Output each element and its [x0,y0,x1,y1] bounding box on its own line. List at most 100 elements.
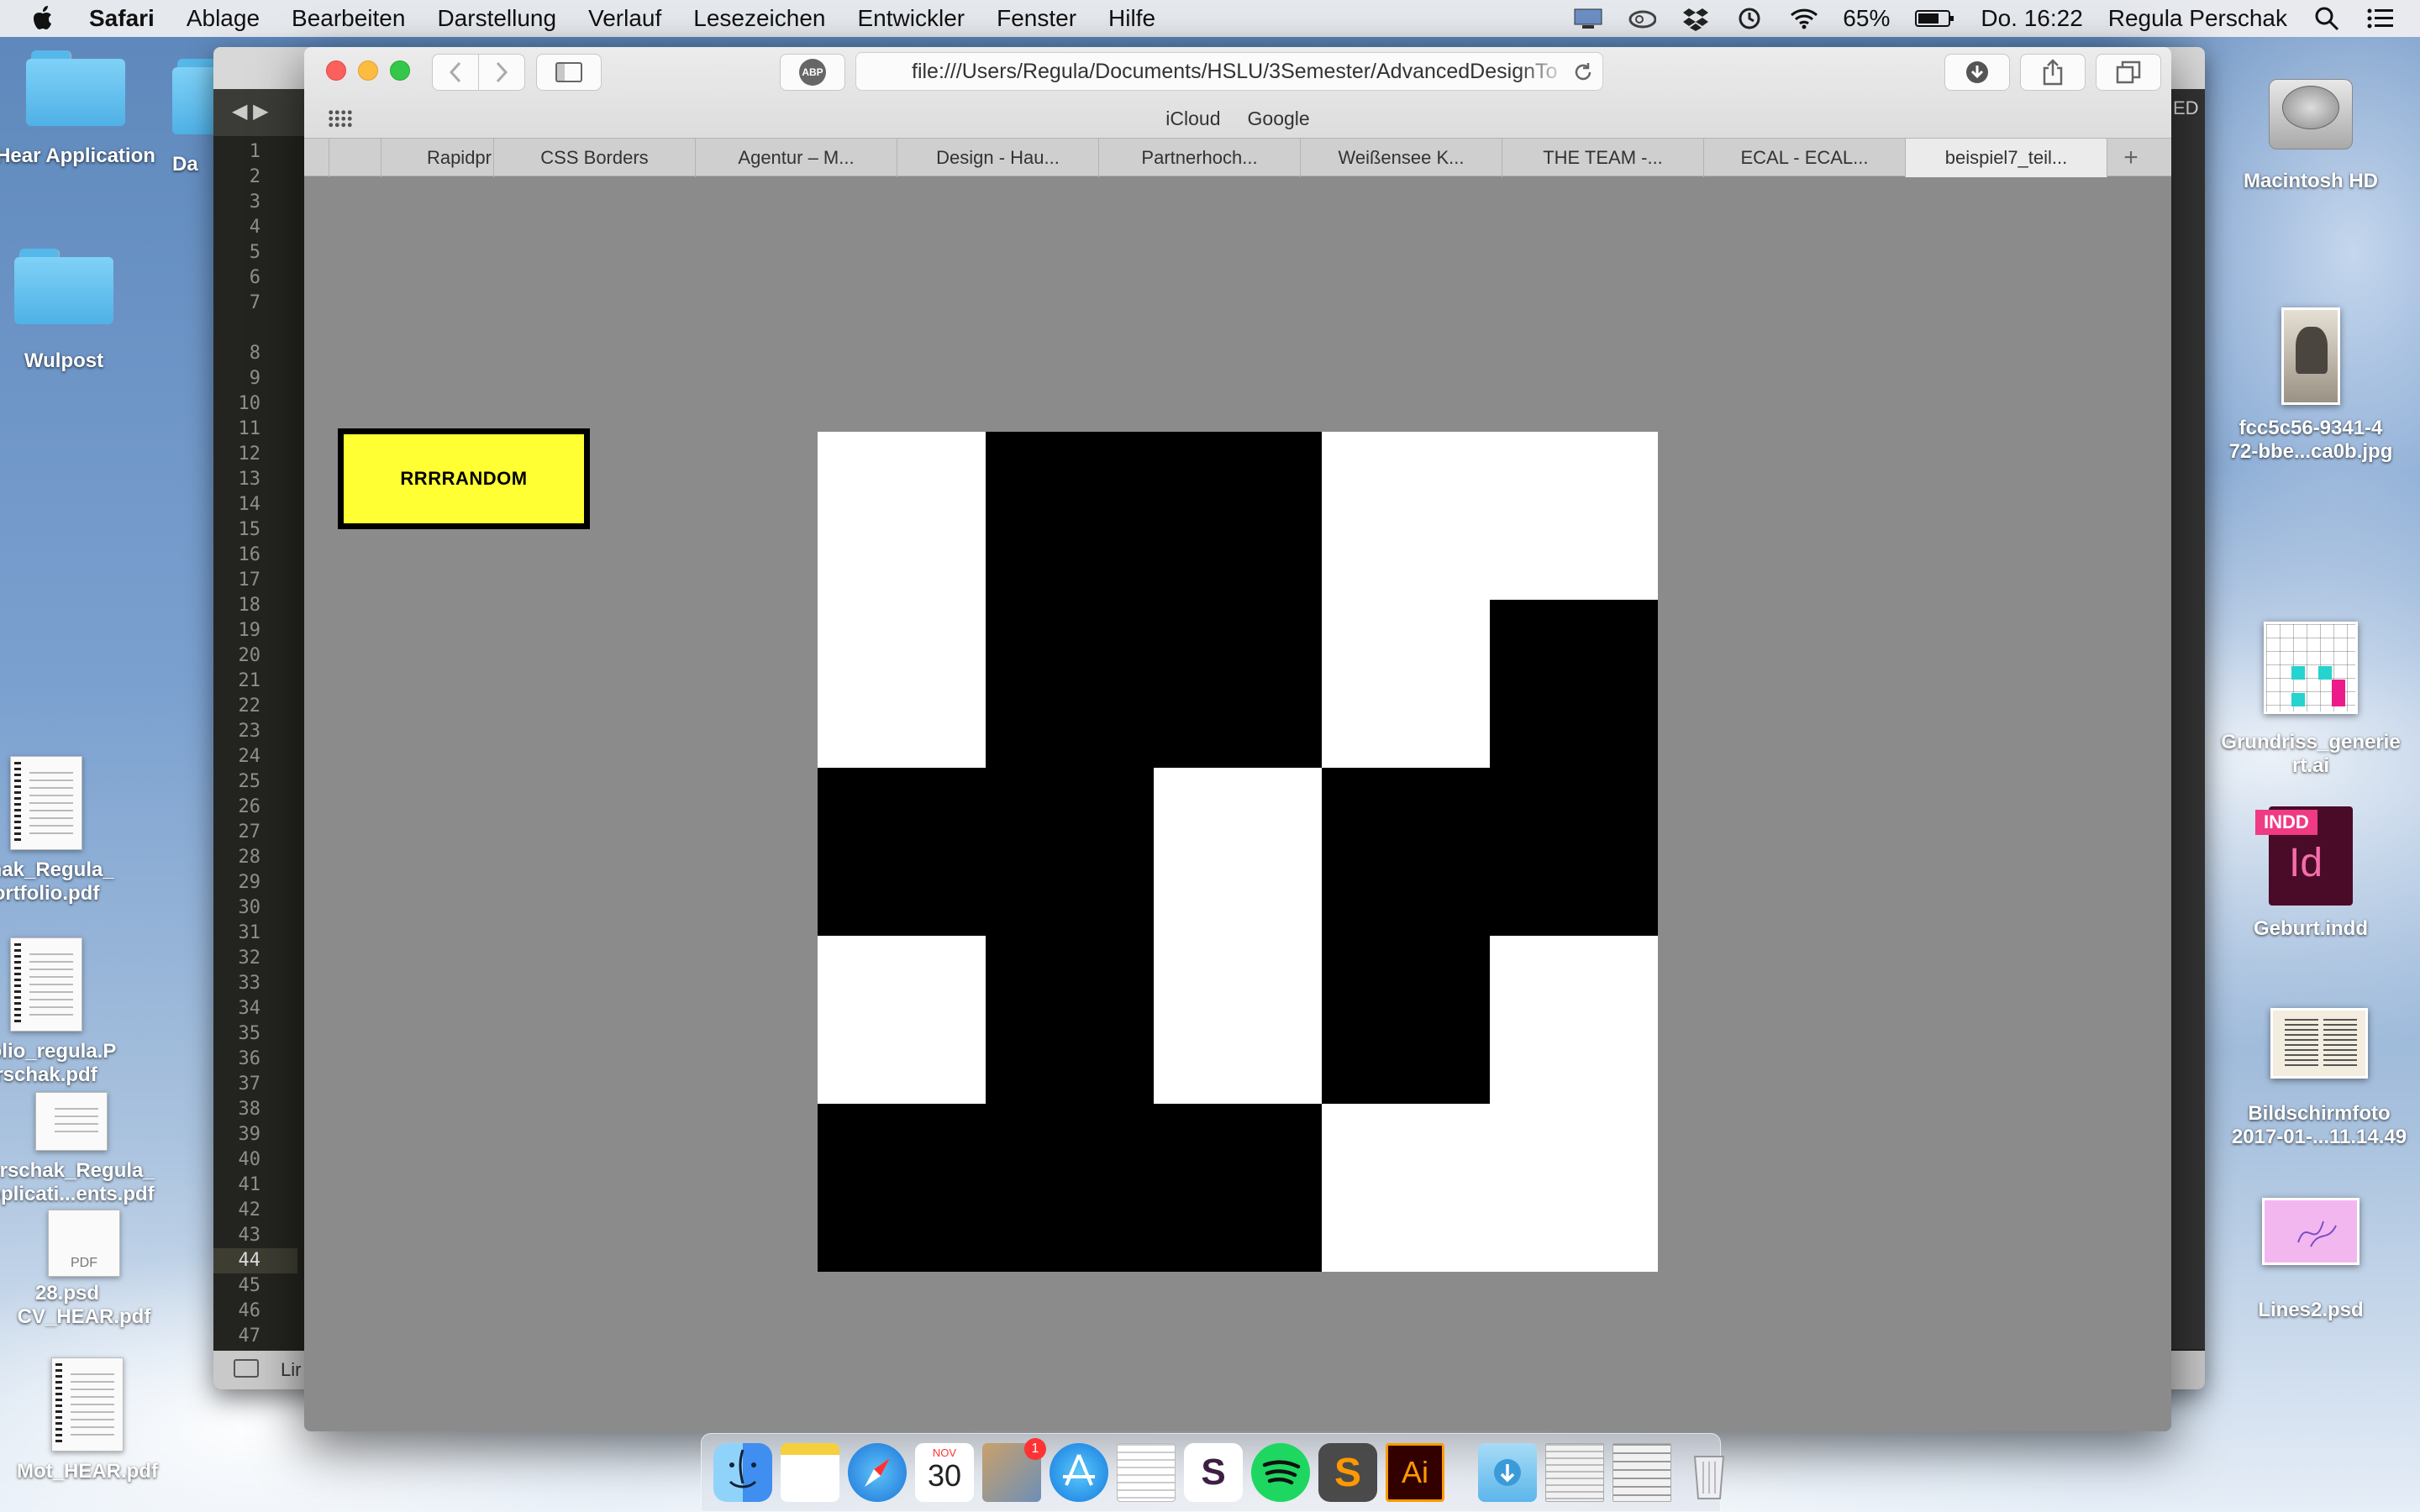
menubar-user[interactable]: Regula Perschak [2108,5,2287,32]
menu-entwickler[interactable]: Entwickler [858,5,965,32]
desktop-drive-macintosh-hd[interactable]: Macintosh HD [2218,67,2403,193]
dock-safari-icon[interactable] [848,1443,907,1502]
dock-textedit-icon[interactable] [1117,1443,1176,1502]
pdf-document-icon [10,756,82,850]
dock-slack-icon[interactable]: S [1184,1443,1243,1502]
menu-lesezeichen[interactable]: Lesezeichen [693,5,825,32]
tab-design-hau[interactable]: Design - Hau... [897,139,1099,177]
tab-weissensee[interactable]: Weißensee K... [1301,139,1502,177]
desktop-file-mot-hear-pdf[interactable]: Mot_HEAR.pdf [0,1357,180,1483]
desktop-file-jpg[interactable]: fcc5c56-9341-4 72-bbe...ca0b.jpg [2193,307,2420,464]
dock-sublime-text-icon[interactable]: S [1318,1443,1377,1502]
editor-edge-label: ED [2173,97,2199,118]
pdf-document-icon: PDF [48,1210,120,1277]
menubar-clock[interactable]: Do. 16:22 [1981,5,2082,32]
desktop-icon-label-line2: ortfolio.pdf [0,882,100,905]
tab-beispiel7-active[interactable]: beispiel7_teil... [1906,139,2107,177]
minimize-window-button[interactable] [358,60,378,81]
menu-ablage[interactable]: Ablage [187,5,260,32]
menu-fenster[interactable]: Fenster [997,5,1076,32]
randomize-button[interactable]: RRRRANDOM [338,428,590,529]
desktop-icon-label: Lines2.psd [2258,1299,2364,1321]
notification-center-icon[interactable] [2366,6,2395,31]
menu-verlauf[interactable]: Verlauf [588,5,661,32]
desktop-file-screenshot[interactable]: Bildschirmfoto 2017-01-...11.14.49 [2218,1008,2420,1149]
desktop-icon-label: Hear Application [0,144,155,167]
wifi-icon[interactable] [1789,6,1818,31]
zoom-window-button[interactable] [390,60,410,81]
back-button[interactable] [432,54,479,91]
dock-notes-icon[interactable] [781,1443,839,1502]
desktop-file-cv-hear-pdf[interactable]: PDF 28.psd CV_HEAR.pdf [0,1210,176,1329]
desktop-icon-label: Wulpost [24,349,104,372]
spotlight-search-icon[interactable] [2312,6,2341,31]
editor-line-number: 25 [238,771,261,792]
tab-rapidpr[interactable]: Rapidpr [381,139,494,177]
dock-illustrator-icon[interactable]: Ai [1386,1443,1444,1502]
adblock-plus-button[interactable]: ABP [780,54,845,91]
grid-tile [1490,432,1658,600]
grid-tile [1154,600,1322,768]
grid-tile [818,936,986,1104]
reload-icon[interactable] [1572,61,1594,83]
dock-finder-icon[interactable] [713,1443,772,1502]
dock-mail-photos-icon[interactable]: 1 [982,1438,1046,1502]
favorite-google[interactable]: Google [1248,108,1310,130]
tab-pinned-1[interactable] [304,139,329,177]
tab-pinned-2[interactable] [329,139,381,177]
dock-spotify-icon[interactable] [1251,1443,1310,1502]
tab-label: beispiel7_teil... [1944,147,2068,168]
grid-tile [818,1104,986,1272]
grid-tile [818,600,986,768]
tab-partnerhoch[interactable]: Partnerhoch... [1099,139,1301,177]
grid-apps-icon[interactable] [328,109,353,128]
tab-ecal[interactable]: ECAL - ECAL... [1704,139,1906,177]
dock-trash-icon[interactable] [1680,1443,1739,1502]
time-machine-icon[interactable] [1735,6,1764,31]
dock-app-store-icon[interactable] [1050,1443,1108,1502]
share-button[interactable] [2020,54,2086,91]
tab-overview-button[interactable] [2096,54,2161,91]
editor-line-number: 9 [249,368,260,389]
desktop-file-portfolio-pdf[interactable]: chak_Regula_ ortfolio.pdf [0,756,143,906]
console-toggle-icon[interactable] [234,1359,259,1378]
tab-label: ECAL - ECAL... [1740,147,1869,168]
desktop-file-lines2-psd[interactable]: Lines2.psd [2218,1198,2403,1322]
desktop-file-application-pdf[interactable]: erschak_Regula_ pplicati...ents.pdf [0,1092,168,1206]
dock-calendar-icon[interactable]: NOV 30 [915,1443,974,1502]
pdf-document-icon [10,937,82,1032]
display-icon[interactable] [1574,6,1602,31]
desktop-file-geburt-indd[interactable]: INDD Id Geburt.indd [2218,806,2403,941]
menu-darstellung[interactable]: Darstellung [437,5,556,32]
dropbox-icon[interactable] [1681,6,1710,31]
editor-line-number: 39 [238,1124,261,1145]
tab-bar: Rapidpr CSS Borders Agentur – M... Desig… [304,138,2171,177]
editor-nav-arrows-icon[interactable]: ◀ ▶ [232,99,269,123]
desktop-folder-wulpost[interactable]: Wulpost [0,249,156,373]
downloads-button[interactable] [1944,54,2010,91]
grid-tile [986,936,1154,1104]
desktop-folder-hear-application[interactable]: Hear Application [0,50,168,168]
tab-css-borders[interactable]: CSS Borders [494,139,696,177]
menu-app-safari[interactable]: Safari [89,5,155,32]
new-tab-button[interactable]: + [2107,139,2154,177]
tab-agentur[interactable]: Agentur – M... [696,139,897,177]
dock-documents-stack-icon[interactable] [1545,1443,1604,1502]
favorite-icloud[interactable]: iCloud [1165,108,1220,130]
apple-menu-icon[interactable] [32,4,57,33]
sidebar-toggle-button[interactable] [536,54,602,91]
editor-line-number: 44 [213,1248,297,1273]
menu-bearbeiten[interactable]: Bearbeiten [292,5,405,32]
close-window-button[interactable] [326,60,346,81]
desktop-icon-label-line1: tfolio_regula.P [0,1040,117,1063]
menu-hilfe[interactable]: Hilfe [1108,5,1155,32]
dock-pdf-stack-icon[interactable] [1612,1443,1671,1502]
creative-cloud-icon[interactable] [1628,6,1657,31]
desktop-file-portfolio-regula-pdf[interactable]: tfolio_regula.P rschak.pdf [0,937,143,1087]
address-bar[interactable]: file:///Users/Regula/Documents/HSLU/3Sem… [855,52,1603,91]
dock-downloads-icon[interactable] [1478,1443,1537,1502]
tab-the-team[interactable]: THE TEAM -... [1502,139,1704,177]
battery-icon[interactable] [1915,6,1955,31]
desktop-file-grundriss-ai[interactable]: Grundriss_generie rt.ai [2218,622,2403,778]
forward-button[interactable] [478,54,525,91]
